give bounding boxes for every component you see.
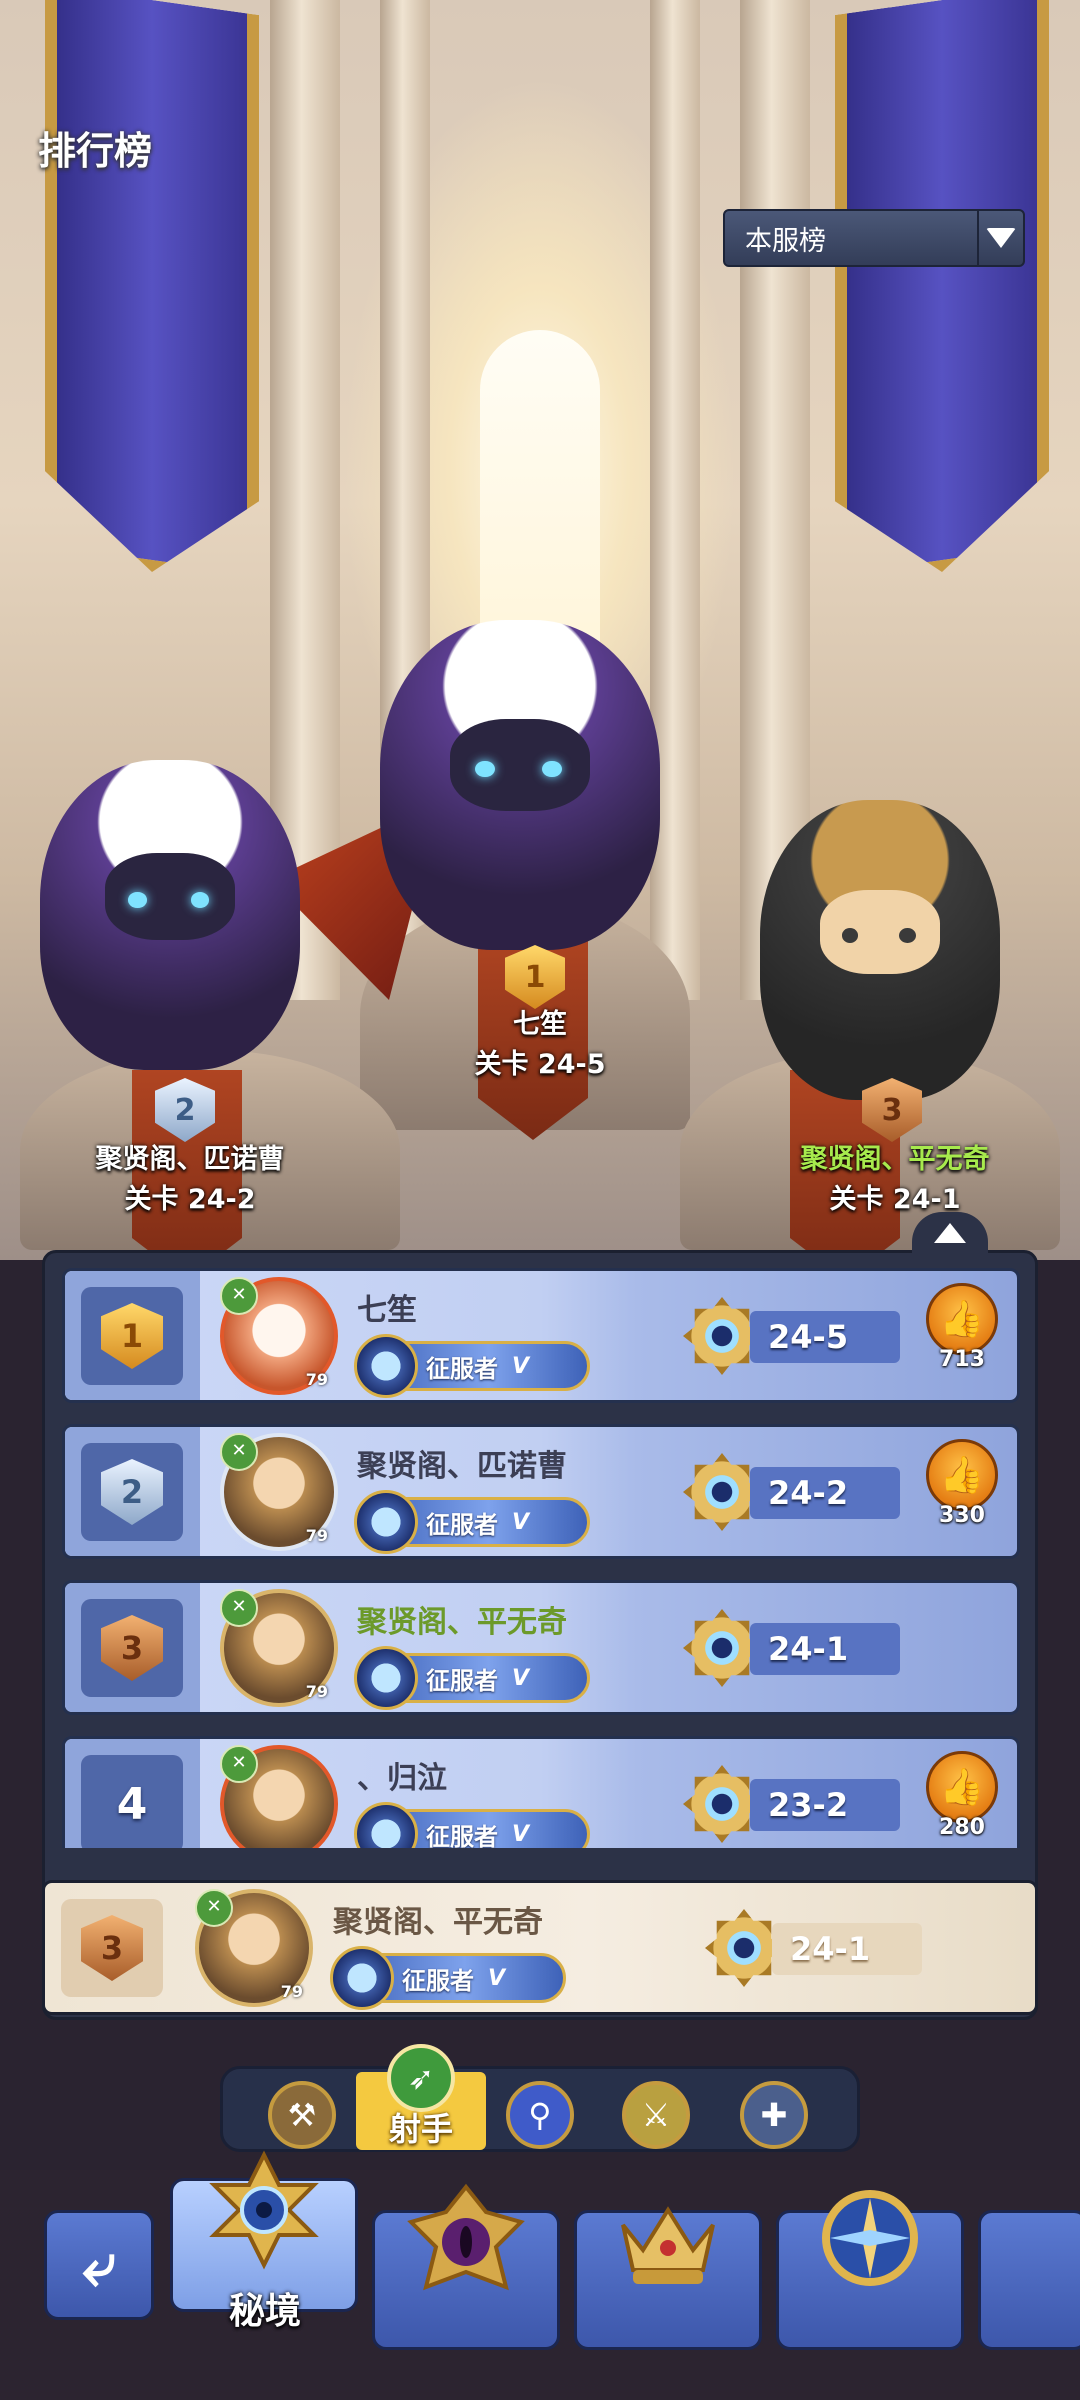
rank-number: 4: [116, 1778, 148, 1830]
hero-rank-1[interactable]: [380, 620, 660, 950]
ranking-row[interactable]: 4 ✕ 、归泣 征服者 V 23-2 👍 280: [62, 1736, 1020, 1848]
player-level: 79: [305, 1682, 328, 1701]
title-badge: 征服者 V: [354, 1334, 590, 1398]
title-badge: 征服者 V: [354, 1802, 590, 1848]
assassin-blade-icon[interactable]: ⚔: [622, 2081, 690, 2149]
thumbs-up-icon[interactable]: 👍: [926, 1283, 998, 1355]
archer-class-icon: ✕: [195, 1889, 233, 1927]
podium-2-label: 聚贤阁、匹诺曹 关卡 24-2: [40, 1140, 340, 1220]
ranking-list[interactable]: 1 ✕ 79 七笙 征服者 V 24-5 👍 713 2 ✕ 79 聚贤阁、匹诺…: [62, 1268, 1020, 1848]
rank-medal: 3: [101, 1615, 163, 1681]
chevron-down-icon: [986, 228, 1016, 248]
warrior-axe-icon[interactable]: ⚒: [268, 2081, 336, 2149]
like-count: 713: [939, 1347, 985, 1372]
like-control[interactable]: 👍 330: [922, 1439, 1002, 1544]
stage-value: 24-1: [750, 1623, 900, 1675]
compass-emblem-icon: [822, 2190, 918, 2286]
like-control[interactable]: 👍 713: [922, 1283, 1002, 1388]
podium-3-label: 聚贤阁、平无奇 关卡 24-1: [740, 1140, 1050, 1220]
leaderboard-scope-dropdown[interactable]: 本服榜: [723, 209, 1025, 267]
avatar[interactable]: ✕ 79: [220, 1277, 338, 1395]
podium-2-stage: 关卡 24-2: [124, 1184, 256, 1215]
avatar[interactable]: ✕: [220, 1745, 338, 1848]
crown-emblem-icon: [621, 2206, 715, 2284]
like-control[interactable]: 👍 280: [922, 1751, 1002, 1848]
hero-rank-3[interactable]: [760, 800, 1000, 1100]
purple-eye-emblem-icon: [407, 2183, 525, 2291]
like-count: 280: [939, 1815, 985, 1840]
my-rank-row[interactable]: 3 ✕ 79 聚贤阁、平无奇 征服者 V 24-1: [42, 1880, 1038, 2015]
stage-value: 24-1: [772, 1923, 922, 1975]
like-count: 330: [939, 1503, 985, 1528]
crest-icon: [354, 1646, 418, 1710]
hero-rank-2[interactable]: [40, 760, 300, 1070]
player-name: 、归泣: [357, 1761, 447, 1796]
ranking-row[interactable]: 1 ✕ 79 七笙 征服者 V 24-5 👍 713: [62, 1268, 1020, 1403]
podium-3-name: 聚贤阁、平无奇: [800, 1144, 990, 1175]
podium-1-label: 七笙 关卡 24-5: [400, 1005, 680, 1085]
archer-class-icon: ✕: [220, 1745, 258, 1783]
archer-bow-icon[interactable]: ➶: [387, 2044, 455, 2112]
secret-realm-emblem-icon: [209, 2150, 319, 2270]
thumbs-up-icon[interactable]: 👍: [926, 1751, 998, 1823]
avatar[interactable]: ✕ 79: [220, 1589, 338, 1707]
rank-medal: 3: [81, 1915, 143, 1981]
player-level: 79: [280, 1982, 303, 2001]
archer-class-icon: ✕: [220, 1277, 258, 1315]
mage-staff-icon[interactable]: ⚲: [506, 2081, 574, 2149]
support-cross-icon[interactable]: ✚: [740, 2081, 808, 2149]
dropdown-arrow[interactable]: [977, 211, 1023, 265]
nav-tab-more[interactable]: [978, 2210, 1080, 2350]
crest-icon: [354, 1490, 418, 1554]
crest-icon: [330, 1946, 394, 2010]
player-name: 聚贤阁、平无奇: [357, 1605, 567, 1640]
pillar: [650, 0, 700, 1000]
podium-1-name: 七笙: [513, 1009, 567, 1040]
player-name: 聚贤阁、平无奇: [333, 1905, 543, 1940]
thumbs-up-icon[interactable]: 👍: [926, 1439, 998, 1511]
collapse-panel-button[interactable]: [912, 1212, 988, 1254]
archer-class-icon: ✕: [220, 1433, 258, 1471]
dropdown-selected-label: 本服榜: [745, 225, 826, 257]
player-level: 79: [305, 1370, 328, 1389]
podium-2-name: 聚贤阁、匹诺曹: [95, 1144, 285, 1175]
banner-left: [45, 0, 259, 587]
back-button[interactable]: ⤶: [44, 2210, 154, 2320]
ranking-row[interactable]: 3 ✕ 79 聚贤阁、平无奇 征服者 V 24-1: [62, 1580, 1020, 1715]
stage-value: 24-2: [750, 1467, 900, 1519]
rank-medal: 2: [101, 1459, 163, 1525]
player-name: 七笙: [357, 1293, 417, 1328]
stage-value: 23-2: [750, 1779, 900, 1831]
rank-medal: 1: [101, 1303, 163, 1369]
archer-class-icon: ✕: [220, 1589, 258, 1627]
title-badge: 征服者 V: [354, 1490, 590, 1554]
ranking-row[interactable]: 2 ✕ 79 聚贤阁、匹诺曹 征服者 V 24-2 👍 330: [62, 1424, 1020, 1559]
stage-value: 24-5: [750, 1311, 900, 1363]
player-level: 79: [305, 1526, 328, 1545]
podium-1-stage: 关卡 24-5: [474, 1049, 606, 1080]
crest-icon: [354, 1334, 418, 1398]
title-badge: 征服者 V: [330, 1946, 566, 2010]
page-title: 排行榜: [38, 129, 153, 173]
return-arrow-icon: ⤶: [82, 2230, 116, 2300]
avatar[interactable]: ✕ 79: [220, 1433, 338, 1551]
podium-scene: 1 2 3 七笙 关卡 24-5 聚贤阁、匹诺曹 关卡 24-2 聚贤阁、平无奇…: [0, 0, 1080, 1260]
title-badge: 征服者 V: [354, 1646, 590, 1710]
crest-icon: [354, 1802, 418, 1848]
nav-tab-secret-realm-label: 秘境: [228, 2291, 301, 2332]
chevron-up-icon: [934, 1223, 966, 1243]
player-name: 聚贤阁、匹诺曹: [357, 1449, 567, 1484]
class-selected-label: 射手: [388, 2110, 453, 2148]
podium-3-stage: 关卡 24-1: [829, 1184, 961, 1215]
avatar[interactable]: ✕ 79: [195, 1889, 313, 2007]
banner-right: [835, 0, 1049, 587]
